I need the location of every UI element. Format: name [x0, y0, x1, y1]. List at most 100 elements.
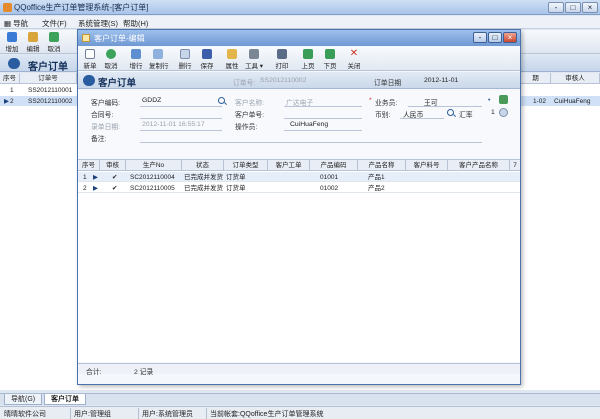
dialog-close-button[interactable]: × — [503, 32, 517, 43]
column-header-product-code[interactable]: 产品编码 — [310, 160, 358, 171]
column-header-product-name[interactable]: 产品名称 — [358, 160, 406, 171]
salesperson-dot-icon: • — [488, 97, 491, 104]
row-status: 已完成并发货 — [184, 174, 223, 181]
dialog-title: 客户订单-编辑 — [94, 34, 145, 43]
customer-code-label: 客户编码: — [91, 100, 121, 107]
row-order-no: SS2012110002 — [28, 98, 73, 105]
table-row[interactable]: 1 ▶ ✔ SC2012110004 已完成并发货 订货单 01001 产品1 — [78, 172, 520, 182]
column-header-production-no[interactable]: 生产No — [126, 160, 182, 171]
row-product-name: 产品2 — [368, 185, 385, 192]
menu-navigation[interactable]: ▦ 导航 — [4, 18, 28, 29]
add-button[interactable]: 增加 — [3, 32, 21, 53]
row-order-no: SS2012110001 — [28, 87, 73, 94]
remark-label: 备注: — [91, 136, 107, 143]
edit-icon — [28, 32, 38, 42]
order-date-value[interactable]: 2012-11-01 — [424, 77, 458, 84]
dialog-close-tool-button[interactable]: ✕ 关闭 — [345, 49, 363, 71]
add-row-icon — [131, 49, 141, 59]
column-header-reviewer[interactable]: 审核人 — [551, 73, 600, 84]
tab-navigation[interactable]: 导航(G) — [4, 394, 43, 405]
audit-check-icon[interactable]: ✔ — [112, 173, 117, 182]
printer-icon — [277, 49, 287, 59]
column-header-customer-product-name[interactable]: 客户产品名称 — [448, 160, 510, 171]
contract-no-field[interactable] — [140, 118, 222, 119]
app-title-bar: QQoffice生产订单管理系统-[客户订单] - □ × — [0, 0, 600, 15]
dialog-toolbar: 新单 取消 增行 复制行 删行 保存 属性 工具 ▾ 打印 上页 下页 ✕ 关闭 — [78, 47, 520, 71]
arrow-left-icon — [303, 49, 313, 59]
row-production-no: SC2012110005 — [130, 185, 175, 192]
new-order-button[interactable]: 新单 — [81, 49, 99, 70]
row-product-code: 01002 — [320, 185, 339, 192]
entry-date-label: 录单日期: — [91, 124, 121, 131]
column-header-customer-part-no[interactable]: 客户料号 — [406, 160, 448, 171]
column-header-index[interactable]: 序号 — [0, 73, 20, 84]
status-account: 当前帐套:QQoffice生产订单管理系统 — [210, 411, 324, 418]
menu-system-management[interactable]: 系统管理(S) — [78, 18, 118, 29]
customer-order-no-field[interactable] — [284, 118, 362, 119]
row-product-name: 产品1 — [368, 174, 385, 181]
column-header-order-type[interactable]: 订单类型 — [224, 160, 268, 171]
dialog-icon — [82, 34, 90, 42]
column-header-index[interactable]: 序号 — [78, 160, 100, 171]
menu-file[interactable]: 文件(F) — [42, 18, 67, 29]
currency-search-icon[interactable] — [447, 109, 454, 116]
order-lines-grid: 序号 审核 生产No 状态 订单类型 客户工单 产品编码 产品名称 客户料号 客… — [78, 159, 520, 362]
delete-row-button[interactable]: 删行 — [176, 49, 194, 70]
save-button[interactable]: 保存 — [198, 49, 216, 70]
menu-help[interactable]: 帮助(H) — [123, 18, 148, 29]
exchange-rate-field[interactable]: 1 — [491, 109, 495, 116]
dialog-maximize-button[interactable]: □ — [488, 32, 502, 43]
row-index: 2 — [10, 98, 14, 105]
app-title: QQoffice生产订单管理系统-[客户订单] — [14, 3, 149, 12]
minimize-button[interactable]: - — [548, 2, 564, 13]
edit-button[interactable]: 编辑 — [24, 32, 42, 53]
save-icon — [202, 49, 212, 59]
menu-bar: ▦ 导航 文件(F) 系统管理(S) 帮助(H) — [0, 16, 600, 29]
row-pointer-icon: ▶ — [93, 185, 98, 192]
dialog-footer: 合计: 2 记录 — [78, 363, 520, 376]
add-salesperson-icon[interactable] — [499, 95, 508, 104]
column-header-status[interactable]: 状态 — [182, 160, 224, 171]
record-count: 2 记录 — [134, 369, 154, 376]
exchange-rate-label: 汇率 — [459, 112, 473, 119]
salesperson-label: 业务员: — [375, 100, 398, 107]
row-production-no: SC2012110004 — [130, 174, 175, 181]
previous-page-button[interactable]: 上页 — [299, 49, 317, 70]
column-header-order-no[interactable]: 订单号 — [20, 73, 77, 84]
dialog-header: 客户订单 订单号: SS2012110002 订单日期 2012-11-01 — [78, 72, 520, 89]
tab-customer-order[interactable]: 客户订单 — [44, 394, 86, 405]
row-pointer-icon: ▶ — [93, 174, 98, 181]
properties-icon — [227, 49, 237, 59]
copy-row-button[interactable]: 复制行 — [149, 49, 169, 70]
dialog-cancel-button[interactable]: 取消 — [102, 49, 120, 70]
column-header-more[interactable]: 7 — [510, 160, 520, 171]
table-row[interactable]: 2 ▶ ✔ SC2012110005 已完成并发货 订货单 01002 产品2 — [78, 183, 520, 193]
customer-search-icon[interactable] — [218, 97, 225, 104]
row-index: 1 — [10, 87, 14, 94]
cancel-button[interactable]: 取消 — [45, 32, 63, 53]
properties-button[interactable]: 属性 — [223, 49, 241, 70]
close-button[interactable]: × — [582, 2, 598, 13]
copy-row-icon — [153, 49, 163, 59]
maximize-button[interactable]: □ — [565, 2, 581, 13]
print-button[interactable]: 打印 — [273, 49, 291, 70]
entry-date-field: 2012-11-01 16:55:17 — [142, 121, 205, 128]
column-header-date[interactable]: 期 — [521, 73, 551, 84]
customer-code-field[interactable]: GDDZ — [142, 97, 161, 104]
status-user-group: 用户:管理组 — [74, 411, 111, 418]
row-index: 1 — [83, 174, 87, 181]
column-header-customer-work-order[interactable]: 客户工单 — [268, 160, 310, 171]
row-pointer-icon: ▶ — [4, 98, 9, 105]
audit-check-icon[interactable]: ✔ — [112, 184, 117, 193]
delete-row-icon — [180, 49, 190, 59]
next-page-button[interactable]: 下页 — [321, 49, 339, 70]
customer-order-icon — [83, 75, 95, 86]
dialog-minimize-button[interactable]: - — [473, 32, 487, 43]
operator-label: 操作员: — [235, 124, 258, 131]
remark-field[interactable] — [140, 142, 482, 143]
rate-refresh-icon[interactable] — [499, 108, 508, 117]
add-row-button[interactable]: 增行 — [127, 49, 145, 70]
column-header-audit[interactable]: 审核 — [100, 160, 126, 171]
tools-button[interactable]: 工具 ▾ — [245, 49, 263, 70]
dialog-title-bar: 客户订单-编辑 - □ × — [78, 30, 520, 46]
